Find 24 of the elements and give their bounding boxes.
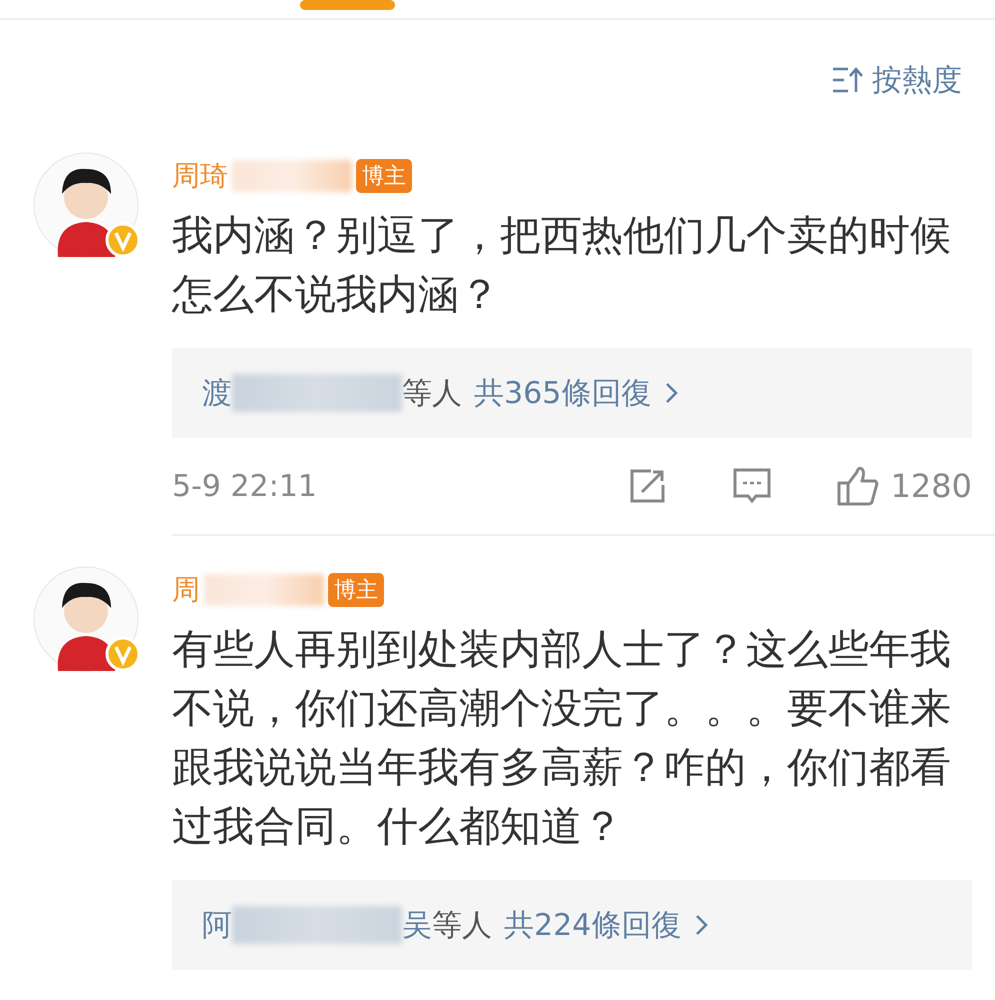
reply-users-suffix: 等人 — [402, 374, 462, 412]
comment-text: 我内涵？别逗了，把西热他们几个卖的时候怎么不说我内涵？ — [172, 210, 952, 320]
user-name[interactable]: 周 — [172, 571, 200, 609]
reply-user[interactable]: 渡 — [202, 372, 232, 414]
chevron-right-icon — [665, 381, 680, 405]
reply-users-suffix: 等人 — [432, 906, 492, 944]
comment-icon — [732, 468, 771, 504]
timestamp: 5-9 22:11 — [172, 468, 318, 504]
reply-user[interactable]: 阿 — [202, 904, 232, 946]
comment-button[interactable] — [732, 468, 771, 504]
blogger-tag: 博主 — [328, 573, 384, 607]
replies-link[interactable]: 共365條回復 — [474, 372, 680, 414]
sort-button[interactable]: 按熱度 — [832, 58, 962, 102]
replies-link[interactable]: 共224條回復 — [504, 904, 710, 946]
thumbs-up-icon — [836, 466, 879, 506]
chevron-right-icon — [695, 913, 710, 937]
share-icon — [628, 469, 667, 503]
blogger-tag: 博主 — [356, 159, 412, 193]
share-button[interactable] — [628, 469, 667, 503]
comment-text: 有些人再别到处装内部人士了？这么些年我不说，你们还高潮个没完了。。。要不谁来跟我说说当年我有多高薪？咋的，你们都看过我合同。什么都知道？ — [172, 624, 952, 852]
reply-user[interactable]: 吴 — [402, 904, 432, 946]
like-button[interactable]: 1280 — [836, 466, 972, 506]
sort-icon — [832, 66, 864, 94]
user-name[interactable]: 周琦 — [172, 157, 228, 195]
